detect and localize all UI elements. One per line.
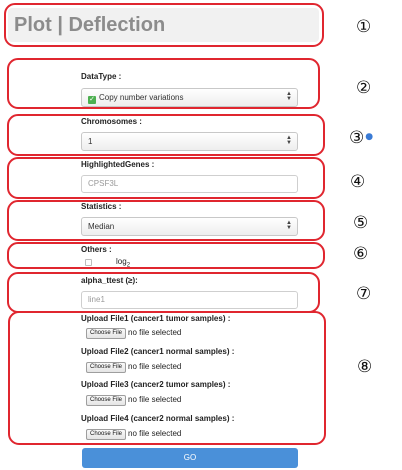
genes-input[interactable]: CPSF3L — [81, 175, 298, 193]
annotation-box-6 — [7, 242, 325, 269]
marker-8: ⑧ — [357, 357, 373, 377]
log2-label: log2 — [116, 257, 130, 269]
marker-2: ② — [356, 78, 372, 98]
chromosomes-value: 1 — [88, 137, 93, 146]
marker-3-label: ③ — [349, 128, 365, 148]
alpha-input[interactable]: line1 — [81, 291, 298, 309]
log-text: log — [116, 257, 127, 266]
select-arrows-icon: ▲ ▼ — [286, 220, 292, 231]
marker-1: ① — [356, 17, 372, 37]
go-button[interactable]: GO — [82, 448, 298, 468]
chromosomes-select[interactable]: 1 ▲ ▼ — [81, 132, 298, 151]
marker-7: ⑦ — [356, 284, 372, 304]
log-subscript: 2 — [126, 262, 131, 269]
upload-3-label: Upload File3 (cancer2 tumor samples) : — [81, 380, 231, 389]
choose-file-4-button[interactable]: Choose File — [86, 429, 127, 440]
upload-1-label: Upload File1 (cancer1 tumor samples) : — [81, 314, 231, 323]
upload-3-status: no file selected — [128, 395, 182, 404]
select-arrows-icon: ▲ ▼ — [286, 91, 292, 102]
marker-dot-icon: ● — [365, 132, 374, 142]
choose-file-2-button[interactable]: Choose File — [86, 362, 127, 373]
statistics-label: Statistics : — [81, 202, 122, 211]
statistics-value: Median — [88, 222, 115, 231]
datatype-select[interactable]: ✓ Copy number variations ▲ ▼ — [81, 88, 298, 107]
upload-1-status: no file selected — [128, 328, 182, 337]
log2-checkbox[interactable] — [85, 259, 92, 266]
choose-file-1-button[interactable]: Choose File — [86, 328, 127, 339]
select-arrows-icon: ▲ ▼ — [286, 135, 292, 146]
statistics-select[interactable]: Median ▲ ▼ — [81, 217, 298, 236]
upload-4-label: Upload File4 (cancer2 normal samples) : — [81, 414, 235, 423]
marker-5: ⑤ — [353, 213, 369, 233]
chromosomes-label: Chromosomes : — [81, 117, 142, 126]
marker-6: ⑥ — [353, 244, 369, 264]
others-label: Others : — [81, 245, 112, 254]
upload-4-status: no file selected — [128, 429, 182, 438]
alpha-label: alpha_ttest (≥): — [81, 276, 138, 285]
page-title: Plot | Deflection — [14, 14, 166, 36]
genes-label: HighlightedGenes : — [81, 160, 155, 169]
upload-2-status: no file selected — [128, 362, 182, 371]
upload-2-label: Upload File2 (cancer1 normal samples) : — [81, 347, 235, 356]
datatype-value: Copy number variations — [99, 93, 184, 102]
datatype-label: DataType : — [81, 72, 122, 81]
check-icon: ✓ — [88, 96, 96, 104]
marker-4: ④ — [350, 172, 366, 192]
choose-file-3-button[interactable]: Choose File — [86, 395, 127, 406]
marker-3: ③● — [349, 130, 373, 147]
